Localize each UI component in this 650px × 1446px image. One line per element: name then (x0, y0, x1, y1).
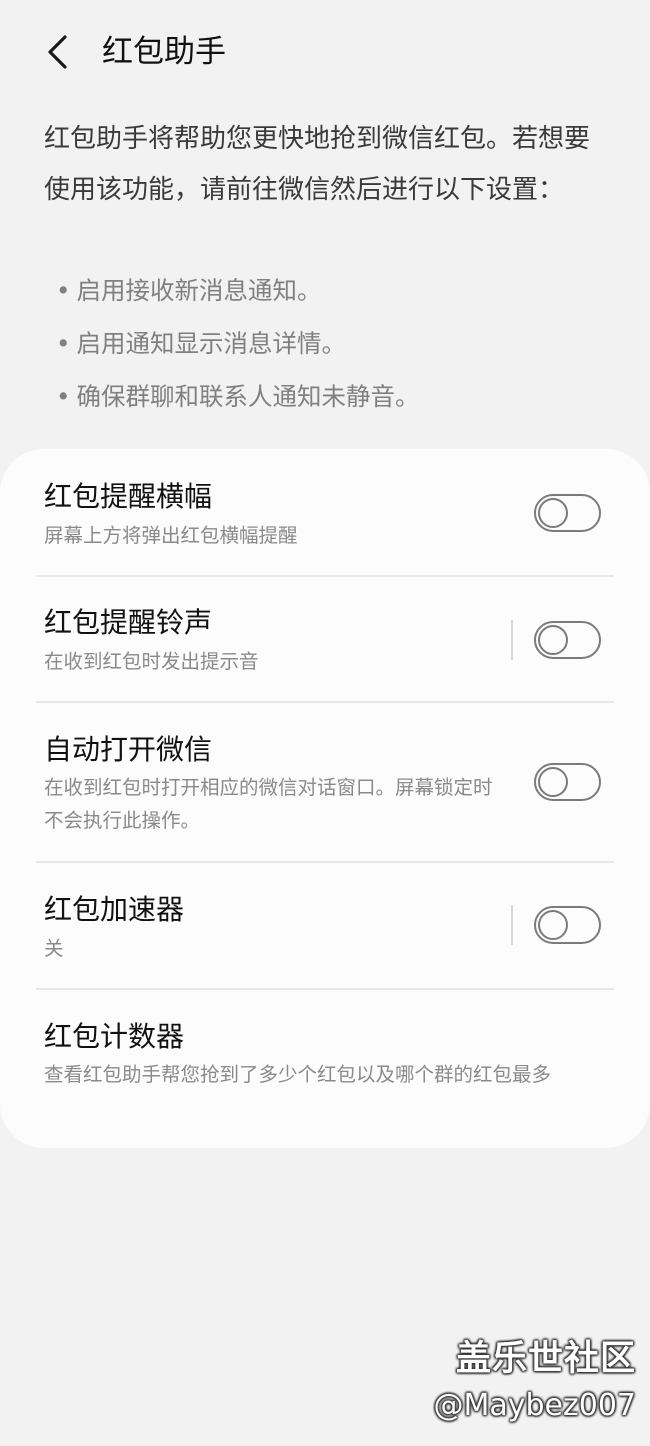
toggle-knob (537, 497, 568, 528)
bullet-dot: • (56, 382, 71, 411)
toggle-knob (537, 624, 568, 655)
bullet-dot: • (56, 329, 71, 358)
setting-title: 自动打开微信 (44, 733, 213, 766)
watermark-user: @Maybez007 (433, 1388, 636, 1423)
setting-description: 关 (44, 937, 64, 960)
setup-step: • 确保群聊和联系人通知未静音。 (56, 370, 419, 423)
setting-row-banner[interactable]: 红包提醒横幅 屏幕上方将弹出红包横幅提醒 (0, 449, 650, 576)
setting-description: 在收到红包时打开相应的微信对话窗口。屏幕锁定时不会执行此操作。 (44, 776, 493, 832)
setting-description: 屏幕上方将弹出红包横幅提醒 (44, 524, 298, 547)
setting-title: 红包提醒横幅 (44, 480, 213, 513)
setting-row-counter[interactable]: 红包计数器 查看红包助手帮您抢到了多少个红包以及哪个群的红包最多 (0, 990, 650, 1148)
setup-steps-list: • 启用接收新消息通知。 • 启用通知显示消息详情。 • 确保群聊和联系人通知未静音。 (56, 264, 419, 423)
vertical-separator (511, 905, 513, 945)
banner-toggle[interactable] (534, 494, 601, 532)
setting-title: 红包计数器 (44, 1020, 185, 1053)
intro-text: 红包助手将帮助您更快地抢到微信红包。若想要使用该功能，请前往微信然后进行以下设置… (44, 124, 591, 205)
toggle-knob (537, 909, 568, 940)
settings-card: 红包提醒横幅 屏幕上方将弹出红包横幅提醒 红包提醒铃声 在收到红包时发出提示音 … (0, 449, 650, 1148)
setting-row-ringtone[interactable]: 红包提醒铃声 在收到红包时发出提示音 (0, 577, 650, 702)
page-title: 红包助手 (102, 34, 226, 70)
setup-step-text: 启用通知显示消息详情。 (76, 329, 346, 358)
watermark-site: 盖乐世社区 (455, 1339, 636, 1379)
top-bar: 红包助手 (0, 0, 650, 100)
back-button[interactable] (30, 24, 86, 80)
setup-step: • 启用通知显示消息详情。 (56, 317, 419, 370)
setup-step-text: 确保群聊和联系人通知未静音。 (76, 382, 420, 411)
toggle-knob (537, 766, 568, 797)
bullet-dot: • (56, 276, 71, 305)
setting-description: 查看红包助手帮您抢到了多少个红包以及哪个群的红包最多 (44, 1063, 552, 1086)
ringtone-toggle[interactable] (534, 621, 601, 659)
vertical-separator (511, 620, 513, 660)
setting-row-accelerator[interactable]: 红包加速器 关 (0, 863, 650, 988)
setup-step: • 启用接收新消息通知。 (56, 264, 419, 317)
auto-open-toggle[interactable] (534, 763, 601, 801)
setting-title: 红包加速器 (44, 893, 185, 926)
chevron-left-icon (48, 35, 67, 69)
setting-title: 红包提醒铃声 (44, 606, 213, 639)
setup-step-text: 启用接收新消息通知。 (76, 276, 322, 305)
setting-row-auto-open[interactable]: 自动打开微信 在收到红包时打开相应的微信对话窗口。屏幕锁定时不会执行此操作。 (0, 703, 650, 861)
accelerator-toggle[interactable] (534, 906, 601, 944)
setting-description: 在收到红包时发出提示音 (44, 650, 259, 673)
